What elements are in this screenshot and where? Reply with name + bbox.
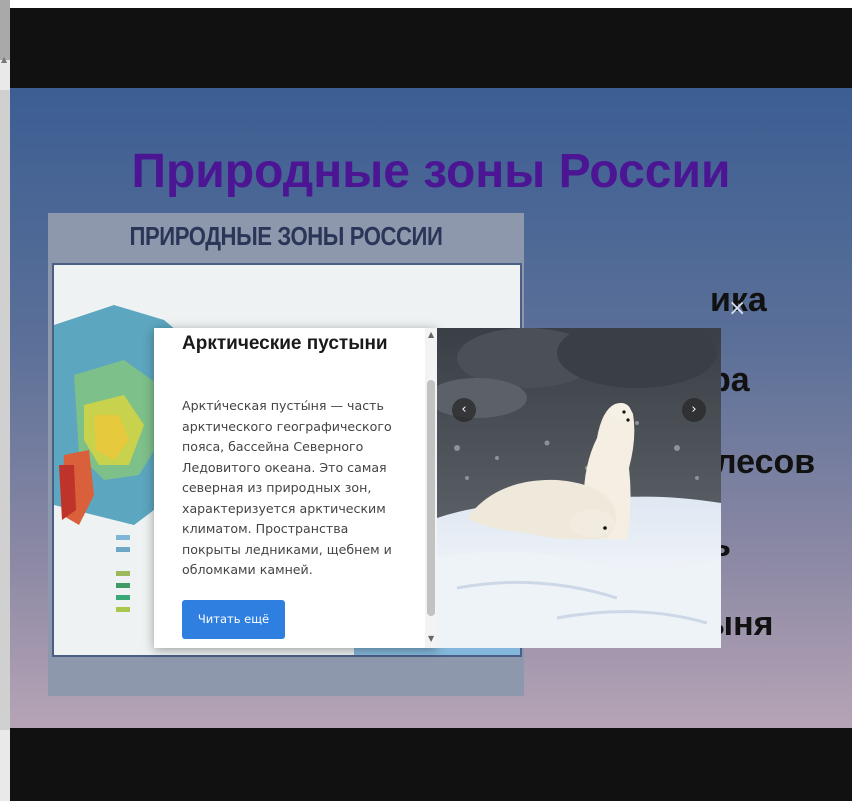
close-icon[interactable]: × <box>728 296 746 321</box>
next-arrow-icon[interactable]: › <box>682 398 706 422</box>
page-scrollbar-track <box>0 90 10 730</box>
page-scrollbar-thumb[interactable] <box>0 0 10 60</box>
popup-text: Аркти́ческая пусты́ня — часть арктическо… <box>182 398 392 577</box>
info-popup: Арктические пустыни Аркти́ческая пусты́н… <box>154 328 437 648</box>
presentation-viewer: Природные зоны России ПРИРОДНЫЕ ЗОНЫ РОС… <box>10 8 852 801</box>
prev-arrow-icon[interactable]: ‹ <box>452 398 476 422</box>
slide: Природные зоны России ПРИРОДНЫЕ ЗОНЫ РОС… <box>10 88 852 728</box>
popup-scroll-up-icon[interactable]: ▲ <box>428 330 434 339</box>
zone-label-forests: лесов <box>715 443 816 481</box>
popup-scrollbar-thumb[interactable] <box>427 380 435 616</box>
read-more-button[interactable]: Читать ещё <box>182 600 285 639</box>
slide-title: Природные зоны России <box>131 145 731 198</box>
popup-scroll-down-icon[interactable]: ▼ <box>428 634 434 643</box>
polar-bear-photo <box>437 328 721 648</box>
photo-graphic <box>437 328 721 648</box>
map-heading: ПРИРОДНЫЕ ЗОНЫ РОССИИ <box>129 221 443 251</box>
page-scrollbar[interactable]: ▲ <box>0 0 10 801</box>
popup-scrollbar[interactable]: ▲ ▼ <box>425 328 437 648</box>
scroll-up-icon[interactable]: ▲ <box>1 55 7 64</box>
popup-title: Арктические пустыни <box>182 333 388 354</box>
